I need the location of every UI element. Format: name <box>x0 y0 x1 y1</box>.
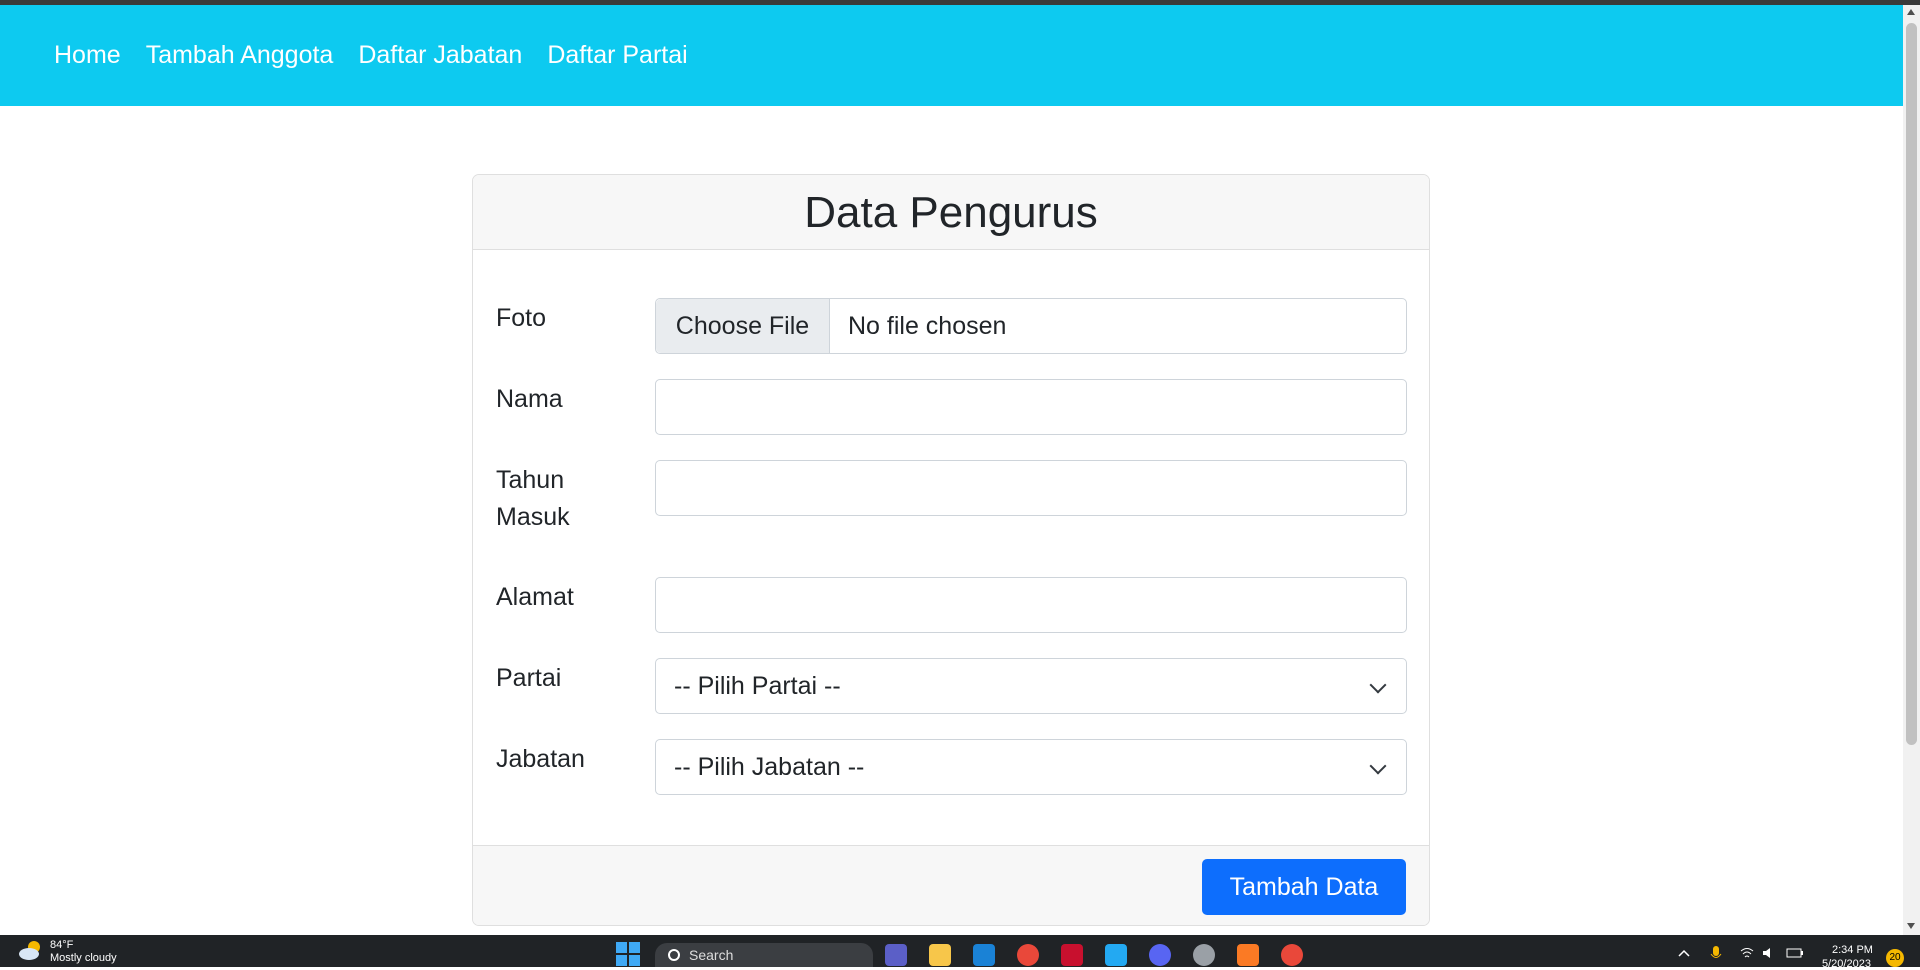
discord-icon[interactable] <box>1149 944 1171 966</box>
tahun-masuk-label-line1: Tahun <box>496 466 565 494</box>
nav-home-link[interactable]: Home <box>54 41 121 70</box>
choose-file-button[interactable]: Choose File <box>656 299 830 353</box>
weather-desc: Mostly cloudy <box>50 952 117 964</box>
clock-time[interactable]: 2:34 PM <box>1832 944 1873 956</box>
taskbar: 84°F Mostly cloudy Search 2:34 PM 5/20/2… <box>0 935 1920 970</box>
tahun-masuk-label-line2: Masuk <box>496 503 570 531</box>
windows-start-icon[interactable] <box>616 942 640 966</box>
chevron-down-icon <box>1369 757 1387 775</box>
tambah-data-button[interactable]: Tambah Data <box>1202 859 1406 915</box>
chrome-dev-icon[interactable] <box>1281 944 1303 966</box>
navbar: Home Tambah Anggota Daftar Jabatan Dafta… <box>0 5 1903 106</box>
jabatan-selected-value: -- Pilih Jabatan -- <box>674 753 865 781</box>
chevron-up-icon[interactable] <box>1678 949 1690 957</box>
notification-badge[interactable]: 20 <box>1886 949 1904 967</box>
form-card: Data Pengurus Foto Choose File No file c… <box>472 174 1430 926</box>
foto-label: Foto <box>496 304 547 332</box>
nama-label: Nama <box>496 385 563 413</box>
nav-tambah-anggota-link[interactable]: Tambah Anggota <box>146 41 334 70</box>
whatsapp-icon[interactable] <box>1193 944 1215 966</box>
weather-temp: 84°F <box>50 939 74 951</box>
jabatan-label: Jabatan <box>496 745 585 773</box>
battery-icon[interactable] <box>1786 947 1804 959</box>
alamat-input[interactable] <box>655 577 1407 633</box>
alamat-label: Alamat <box>496 583 574 611</box>
wifi-icon[interactable] <box>1740 947 1754 959</box>
xampp-icon[interactable] <box>1237 944 1259 966</box>
scroll-up-arrow-icon[interactable] <box>1907 9 1915 15</box>
weather-widget[interactable]: 84°F Mostly cloudy <box>18 939 117 965</box>
jabatan-select[interactable]: -- Pilih Jabatan -- <box>655 739 1407 795</box>
foto-file-input[interactable]: Choose File No file chosen <box>655 298 1407 354</box>
scroll-down-arrow-icon[interactable] <box>1907 923 1915 929</box>
partai-label: Partai <box>496 664 562 692</box>
partai-selected-value: -- Pilih Partai -- <box>674 672 841 700</box>
scroll-thumb[interactable] <box>1906 23 1917 745</box>
card-header: Data Pengurus <box>473 175 1429 250</box>
cloudy-weather-icon <box>19 941 40 960</box>
page-title: Data Pengurus <box>804 188 1098 237</box>
microphone-icon[interactable] <box>1710 946 1722 962</box>
chrome-icon[interactable] <box>1017 944 1039 966</box>
nav-links: Home Tambah Anggota Daftar Jabatan Dafta… <box>54 5 713 106</box>
search-icon <box>668 949 680 961</box>
card-body: Foto Choose File No file chosen Nama Tah… <box>473 250 1429 845</box>
partai-select[interactable]: -- Pilih Partai -- <box>655 658 1407 714</box>
taskbar-search[interactable]: Search <box>655 943 873 967</box>
page-scrollbar[interactable] <box>1903 5 1920 935</box>
volume-icon[interactable] <box>1762 947 1776 959</box>
card-footer: Tambah Data <box>473 845 1429 925</box>
app-red-icon[interactable] <box>1061 944 1083 966</box>
tahun-masuk-input[interactable] <box>655 460 1407 516</box>
file-status-text: No file chosen <box>848 312 1007 340</box>
nav-daftar-partai-link[interactable]: Daftar Partai <box>547 41 687 70</box>
search-placeholder: Search <box>689 947 734 963</box>
file-explorer-icon[interactable] <box>929 944 951 966</box>
nama-input[interactable] <box>655 379 1407 435</box>
mail-icon[interactable] <box>973 944 995 966</box>
nav-daftar-jabatan-link[interactable]: Daftar Jabatan <box>358 41 522 70</box>
meet-icon[interactable] <box>885 944 907 966</box>
vscode-icon[interactable] <box>1105 944 1127 966</box>
clock-date[interactable]: 5/20/2023 <box>1822 958 1871 970</box>
chevron-down-icon <box>1369 676 1387 694</box>
weather-text: 84°F Mostly cloudy <box>50 939 117 965</box>
